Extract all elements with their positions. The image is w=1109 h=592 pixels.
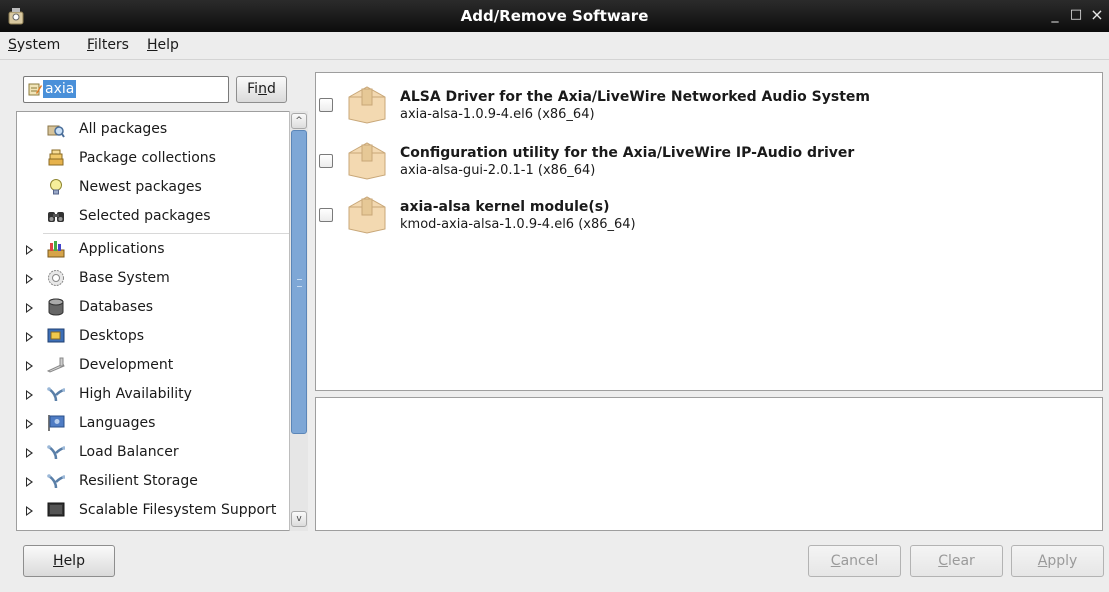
desktops-icon: [47, 328, 65, 343]
package-box-icon: [348, 196, 386, 234]
category-databases[interactable]: Databases: [17, 293, 289, 322]
menu-system[interactable]: System: [8, 37, 60, 53]
group-all-packages[interactable]: All packages: [17, 115, 289, 144]
maximize-button[interactable]: □: [1067, 6, 1085, 24]
package-checkbox[interactable]: [319, 208, 333, 222]
group-selected-packages[interactable]: Selected packages: [17, 202, 289, 231]
package-name: axia-alsa kernel module(s): [400, 199, 610, 215]
expander-arrow-icon[interactable]: [26, 390, 33, 400]
expander-arrow-icon[interactable]: [26, 419, 33, 429]
newest-packages-icon: [50, 179, 62, 195]
load-balancer-icon: [47, 445, 65, 460]
category-high-availability[interactable]: High Availability: [17, 380, 289, 409]
expander-arrow-icon[interactable]: [26, 303, 33, 313]
search-input[interactable]: axia: [23, 76, 229, 103]
tree-separator: [43, 233, 291, 234]
expander-arrow-icon[interactable]: [26, 477, 33, 487]
databases-icon: [48, 298, 64, 316]
package-checkbox[interactable]: [319, 98, 333, 112]
menu-filters[interactable]: Filters: [87, 37, 129, 53]
title-bar: Add/Remove Software _ □ ×: [0, 0, 1109, 32]
package-name: ALSA Driver for the Axia/LiveWire Networ…: [400, 89, 870, 105]
group-newest-packages[interactable]: Newest packages: [17, 173, 289, 202]
apply-button[interactable]: Apply: [1011, 545, 1104, 577]
package-box-icon: [348, 86, 386, 124]
group-package-collections[interactable]: Package collections: [17, 144, 289, 173]
expander-arrow-icon[interactable]: [26, 506, 33, 516]
high-availability-icon: [47, 387, 65, 402]
scroll-down-icon[interactable]: v: [291, 511, 307, 527]
expander-arrow-icon[interactable]: [26, 332, 33, 342]
expander-arrow-icon[interactable]: [26, 274, 33, 284]
category-applications[interactable]: Applications: [17, 235, 289, 264]
all-packages-icon: [47, 125, 65, 138]
category-development[interactable]: Development: [17, 351, 289, 380]
package-box-icon: [348, 142, 386, 180]
category-desktops[interactable]: Desktops: [17, 322, 289, 351]
development-icon: [47, 357, 65, 373]
menu-bar: System Filters Help: [0, 32, 1109, 60]
cancel-button[interactable]: Cancel: [808, 545, 901, 577]
category-tree: All packages Package collections Newest …: [16, 111, 308, 531]
menu-help[interactable]: Help: [147, 37, 179, 53]
scalable-filesystem-icon: [47, 502, 65, 517]
clear-button[interactable]: Clear: [910, 545, 1003, 577]
category-languages[interactable]: Languages: [17, 409, 289, 438]
package-checkbox[interactable]: [319, 154, 333, 168]
window-title: Add/Remove Software: [460, 7, 649, 25]
expander-arrow-icon[interactable]: [26, 361, 33, 371]
package-details-pane: [315, 397, 1103, 531]
package-version: axia-alsa-gui-2.0.1-1 (x86_64): [400, 163, 596, 178]
package-version: axia-alsa-1.0.9-4.el6 (x86_64): [400, 107, 595, 122]
category-scrollbar[interactable]: ^ v: [289, 111, 308, 531]
scroll-up-icon[interactable]: ^: [291, 113, 307, 129]
scrollbar-thumb[interactable]: [291, 130, 307, 434]
close-button[interactable]: ×: [1088, 6, 1106, 24]
find-button[interactable]: Find: [236, 76, 287, 103]
selected-packages-icon: [48, 212, 64, 222]
applications-icon: [47, 241, 65, 258]
base-system-icon: [48, 270, 64, 286]
resilient-storage-icon: [47, 474, 65, 489]
category-load-balancer[interactable]: Load Balancer: [17, 438, 289, 467]
help-button[interactable]: Help: [23, 545, 115, 577]
expander-arrow-icon[interactable]: [26, 448, 33, 458]
package-list: ALSA Driver for the Axia/LiveWire Networ…: [315, 72, 1103, 391]
package-collections-icon: [48, 149, 64, 166]
expander-arrow-icon[interactable]: [26, 245, 33, 255]
search-value: axia: [43, 80, 77, 98]
minimize-button[interactable]: _: [1046, 6, 1064, 24]
package-row[interactable]: axia-alsa kernel module(s) kmod-axia-als…: [316, 186, 1102, 242]
package-row[interactable]: ALSA Driver for the Axia/LiveWire Networ…: [316, 76, 1102, 132]
category-scalable-filesystem-support[interactable]: Scalable Filesystem Support: [17, 496, 289, 525]
languages-icon: [48, 415, 65, 431]
package-version: kmod-axia-alsa-1.0.9-4.el6 (x86_64): [400, 217, 636, 232]
package-name: Configuration utility for the Axia/LiveW…: [400, 145, 855, 161]
category-base-system[interactable]: Base System: [17, 264, 289, 293]
package-row[interactable]: Configuration utility for the Axia/LiveW…: [316, 132, 1102, 188]
category-resilient-storage[interactable]: Resilient Storage: [17, 467, 289, 496]
pencil-icon: [28, 83, 42, 96]
